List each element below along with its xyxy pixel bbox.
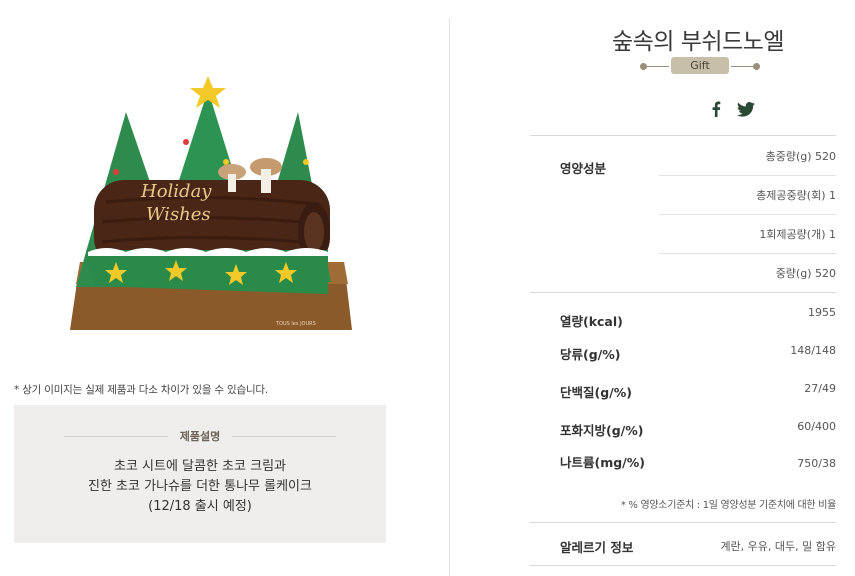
share-buttons [705,100,757,118]
weight-total-serving: 총제공중량(회) 1 [756,189,836,202]
nutrient-label: 열량(kcal) [560,314,623,329]
description-heading: 제품설명 [64,429,337,443]
ornament-line [647,66,669,67]
nutrient-value: 148/148 [790,344,836,357]
image-disclaimer: * 상기 이미지는 실제 제품과 다소 차이가 있을 수 있습니다. [14,384,269,396]
nutrient-value: 1955 [808,306,836,319]
ornament-line [731,66,753,67]
product-info-panel: 숲속의 부쉬드노엘 Gift 영양성분 총중량(g) 520 총제공중량(회) … [450,0,855,576]
product-description-box: 제품설명 초코 시트에 달콤한 초코 크림과 진한 초코 가나슈를 더한 통나무… [14,405,386,543]
product-visual-panel: Holiday Wishes TOUS les JOURS * 상기 이미지는 … [0,0,450,576]
row-divider [659,253,836,254]
ornament-dot [640,63,647,70]
weight-per-serving: 1회제공량(개) 1 [759,228,836,241]
nutrient-value: 750/38 [797,457,836,470]
nutrient-label: 포화지방(g/%) [560,423,644,438]
table-divider [530,135,836,136]
allergy-value: 계란, 우유, 대두, 밀 함유 [720,540,836,553]
nutrient-label: 나트륨(mg/%) [560,455,645,470]
table-divider [530,565,836,566]
nutrient-value: 27/49 [804,382,836,395]
nutrient-label: 단백질(g/%) [560,385,632,400]
row-divider [659,214,836,215]
svg-text:Wishes: Wishes [146,204,211,225]
nutrient-label: 당류(g/%) [560,347,621,362]
product-title: 숲속의 부쉬드노엘 [611,29,785,55]
table-divider [530,292,836,293]
product-image: Holiday Wishes TOUS les JOURS [70,76,352,330]
description-line: 진한 초코 가나슈를 더한 통나무 롤케이크 [88,479,312,494]
row-divider [659,175,836,176]
nutrition-label: 영양성분 [560,161,607,176]
svg-text:Holiday: Holiday [140,181,212,202]
description-line: (12/18 출시 예정) [148,499,252,514]
divider [64,435,168,437]
weight-total: 총중량(g) 520 [765,150,836,163]
divider [232,435,337,437]
weight-net: 중량(g) 520 [775,267,836,280]
twitter-icon[interactable] [735,100,757,118]
table-divider [530,522,836,523]
gift-badge-wrap: Gift [640,56,760,76]
nutrient-value: 60/400 [797,420,836,433]
allergy-label: 알레르기 정보 [560,540,634,555]
description-line: 초코 시트에 달콤한 초코 크림과 [113,459,286,474]
gift-badge: Gift [671,57,729,74]
nutrition-footnote: * % 영양소기준치 : 1일 영양성분 기준치에 대한 비율 [620,500,836,511]
svg-text:TOUS les JOURS: TOUS les JOURS [275,321,316,327]
description-title: 제품설명 [179,430,221,443]
facebook-icon[interactable] [705,100,727,118]
description-text: 초코 시트에 달콤한 초코 크림과 진한 초코 가나슈를 더한 통나무 롤케이크… [14,457,386,517]
ornament-dot [753,63,760,70]
